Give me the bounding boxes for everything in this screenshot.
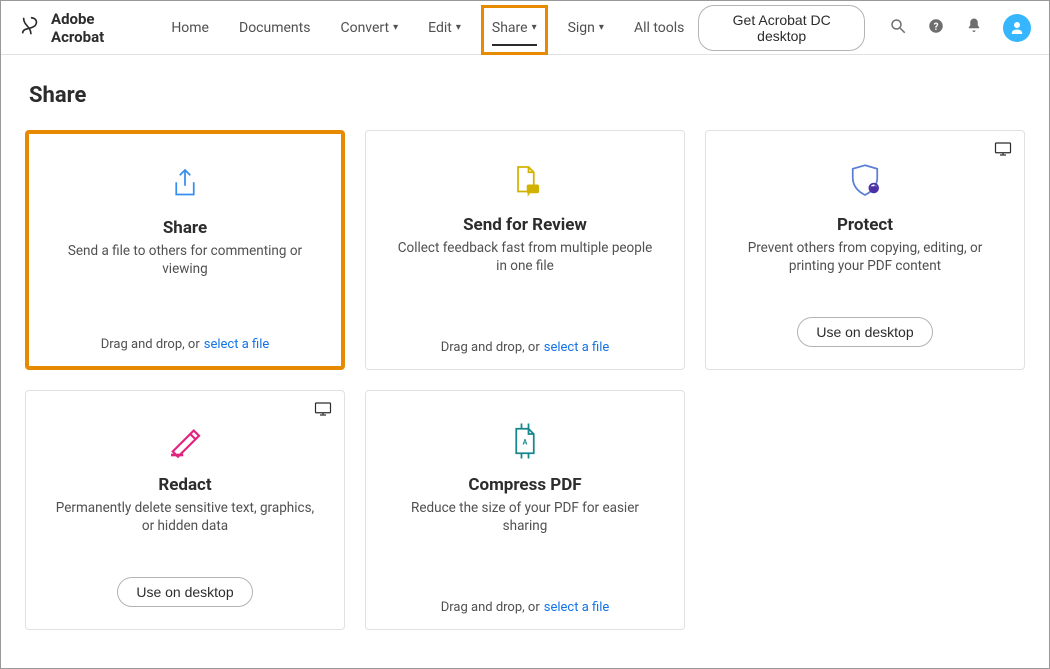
card-desc: Send a file to others for commenting or … bbox=[45, 242, 325, 278]
desktop-only-icon bbox=[314, 401, 332, 421]
nav-edit[interactable]: Edit▾ bbox=[426, 16, 463, 40]
brand[interactable]: Adobe Acrobat bbox=[19, 10, 135, 46]
search-icon[interactable] bbox=[889, 17, 907, 39]
nav-sign[interactable]: Sign▾ bbox=[566, 16, 606, 40]
nav-home[interactable]: Home bbox=[169, 16, 211, 40]
topbar: Adobe Acrobat Home Documents Convert▾ Ed… bbox=[1, 1, 1049, 55]
card-grid: Share Send a file to others for commenti… bbox=[25, 130, 1025, 630]
svg-text:?: ? bbox=[934, 21, 939, 32]
chevron-down-icon: ▾ bbox=[393, 22, 398, 33]
page-title: Share bbox=[29, 83, 1025, 108]
card-desc: Permanently delete sensitive text, graph… bbox=[42, 499, 328, 535]
get-desktop-button[interactable]: Get Acrobat DC desktop bbox=[698, 5, 865, 51]
brand-name: Adobe Acrobat bbox=[51, 10, 135, 46]
card-desc: Collect feedback fast from multiple peop… bbox=[382, 239, 668, 275]
card-compress[interactable]: A Compress PDF Reduce the size of your P… bbox=[365, 390, 685, 630]
card-redact[interactable]: Redact Permanently delete sensitive text… bbox=[25, 390, 345, 630]
nav-share[interactable]: Share▾ bbox=[481, 5, 548, 55]
protect-shield-icon bbox=[844, 153, 886, 209]
compress-pdf-icon: A bbox=[504, 413, 546, 469]
nav-documents[interactable]: Documents bbox=[237, 16, 312, 40]
share-upload-icon bbox=[164, 156, 206, 212]
card-protect[interactable]: Protect Prevent others from copying, edi… bbox=[705, 130, 1025, 370]
nav-all-tools[interactable]: All tools bbox=[632, 16, 686, 40]
acrobat-logo-icon bbox=[19, 15, 41, 41]
select-file-link[interactable]: select a file bbox=[544, 340, 610, 355]
nav-convert[interactable]: Convert▾ bbox=[338, 16, 400, 40]
main-nav: Home Documents Convert▾ Edit▾ Share▾ Sig… bbox=[169, 16, 686, 40]
chevron-down-icon: ▾ bbox=[456, 22, 461, 33]
drop-area[interactable]: Drag and drop, or select a file bbox=[441, 340, 610, 355]
drop-area[interactable]: Drag and drop, or select a file bbox=[441, 600, 610, 615]
svg-text:A: A bbox=[523, 439, 528, 447]
card-desc: Prevent others from copying, editing, or… bbox=[722, 239, 1008, 275]
select-file-link[interactable]: select a file bbox=[204, 337, 270, 352]
top-icon-bar: ? bbox=[889, 14, 1031, 42]
review-file-icon bbox=[504, 153, 546, 209]
card-share[interactable]: Share Send a file to others for commenti… bbox=[25, 130, 345, 370]
card-title: Protect bbox=[837, 215, 893, 235]
use-on-desktop-button[interactable]: Use on desktop bbox=[117, 577, 252, 607]
redact-marker-icon bbox=[164, 413, 206, 469]
card-title: Redact bbox=[158, 475, 211, 495]
card-title: Compress PDF bbox=[468, 475, 581, 495]
bell-icon[interactable] bbox=[965, 17, 983, 39]
select-file-link[interactable]: select a file bbox=[544, 600, 610, 615]
drop-area[interactable]: Drag and drop, or select a file bbox=[101, 337, 270, 352]
card-desc: Reduce the size of your PDF for easier s… bbox=[382, 499, 668, 535]
desktop-only-icon bbox=[994, 141, 1012, 161]
card-title: Share bbox=[163, 218, 207, 238]
avatar[interactable] bbox=[1003, 14, 1031, 42]
page: Share Share Send a file to others for co… bbox=[1, 55, 1049, 654]
help-icon[interactable]: ? bbox=[927, 17, 945, 39]
card-title: Send for Review bbox=[463, 215, 587, 235]
chevron-down-icon: ▾ bbox=[532, 22, 537, 33]
use-on-desktop-button[interactable]: Use on desktop bbox=[797, 317, 932, 347]
chevron-down-icon: ▾ bbox=[599, 22, 604, 33]
card-review[interactable]: Send for Review Collect feedback fast fr… bbox=[365, 130, 685, 370]
